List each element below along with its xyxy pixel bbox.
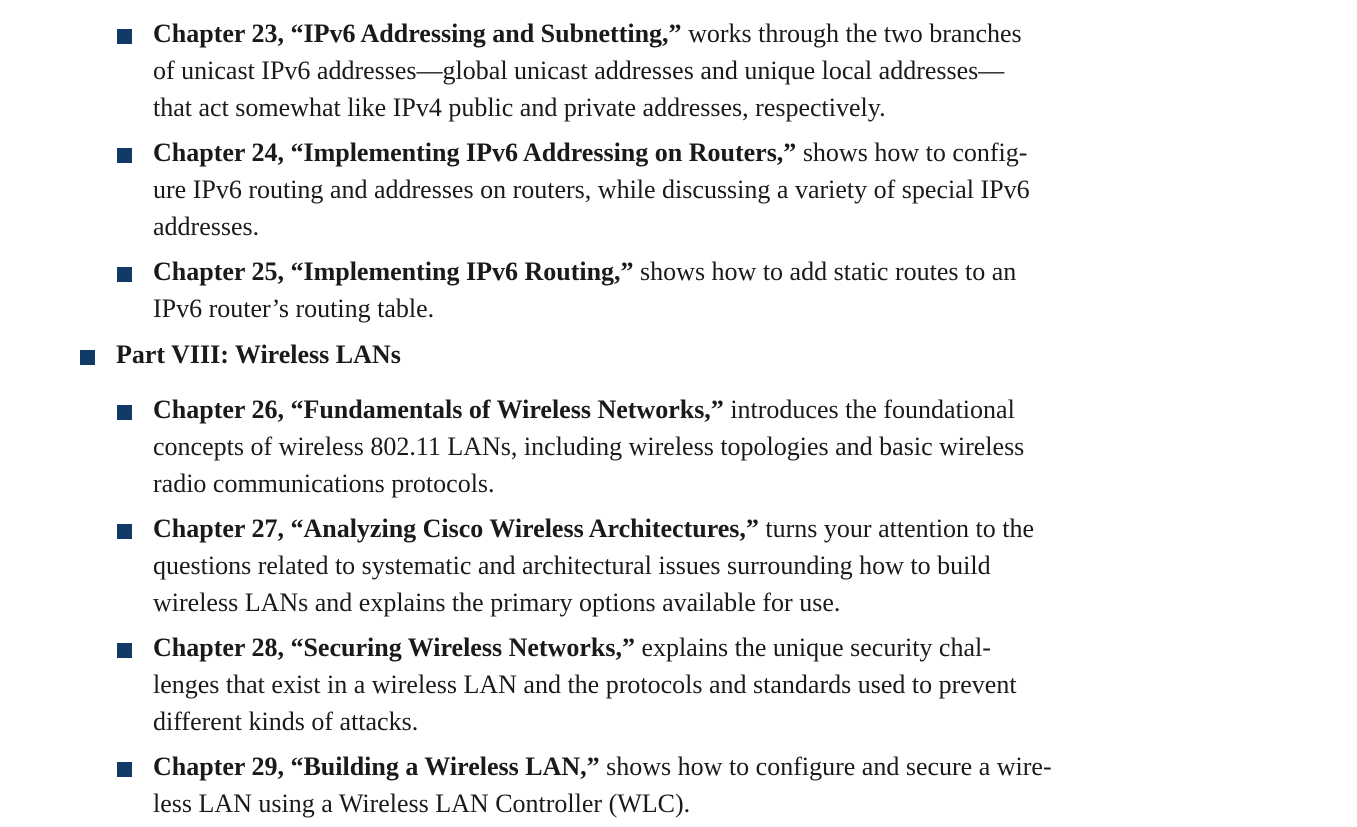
chapter-24-text: Chapter 24, “Implementing IPv6 Addressin… xyxy=(153,134,1153,245)
chapter-29-item: Chapter 29, “Building a Wireless LAN,” s… xyxy=(117,748,1153,822)
chapter-25-item: Chapter 25, “Implementing IPv6 Routing,”… xyxy=(117,253,1153,327)
line-1: Chapter 27, “Analyzing Cisco Wireless Ar… xyxy=(153,510,1153,547)
chapter-26-desc-2: concepts of wireless 802.11 LANs, includ… xyxy=(153,432,1025,461)
line-1: Chapter 24, “Implementing IPv6 Addressin… xyxy=(153,134,1153,171)
chapter-25-text: Chapter 25, “Implementing IPv6 Routing,”… xyxy=(153,253,1153,327)
chapter-28-desc-2: lenges that exist in a wireless LAN and … xyxy=(153,670,1017,699)
line-1: Chapter 25, “Implementing IPv6 Routing,”… xyxy=(153,253,1153,290)
line-1: Chapter 23, “IPv6 Addressing and Subnett… xyxy=(153,15,1153,52)
square-bullet-icon xyxy=(117,643,132,658)
chapter-23-item: Chapter 23, “IPv6 Addressing and Subnett… xyxy=(117,15,1153,126)
chapter-25-title: Chapter 25, “Implementing IPv6 Routing,” xyxy=(153,257,634,286)
chapter-23-title: Chapter 23, “IPv6 Addressing and Subnett… xyxy=(153,19,682,48)
chapter-24-desc-3: addresses. xyxy=(153,212,260,241)
square-bullet-icon xyxy=(117,148,132,163)
chapter-28-desc-3: different kinds of attacks. xyxy=(153,707,419,736)
chapter-24-desc-2: ure IPv6 routing and addresses on router… xyxy=(153,175,1030,204)
chapter-24-title: Chapter 24, “Implementing IPv6 Addressin… xyxy=(153,138,797,167)
chapter-27-desc-3: wireless LANs and explains the primary o… xyxy=(153,588,841,617)
square-bullet-icon xyxy=(117,762,132,777)
part-8-text: Part VIII: Wireless LANs xyxy=(116,336,1116,373)
chapter-23-desc-2: of unicast IPv6 addresses—global unicast… xyxy=(153,56,1005,85)
square-bullet-icon xyxy=(117,405,132,420)
chapter-24-desc-1: shows how to config- xyxy=(796,138,1028,167)
chapter-27-desc-2: questions related to systematic and arch… xyxy=(153,551,991,580)
line-1: Chapter 29, “Building a Wireless LAN,” s… xyxy=(153,748,1153,785)
chapter-29-desc-1: shows how to configure and secure a wire… xyxy=(599,752,1052,781)
chapter-28-text: Chapter 28, “Securing Wireless Networks,… xyxy=(153,629,1153,740)
chapter-26-item: Chapter 26, “Fundamentals of Wireless Ne… xyxy=(117,391,1153,502)
chapter-23-text: Chapter 23, “IPv6 Addressing and Subnett… xyxy=(153,15,1153,126)
part-8-item: Part VIII: Wireless LANs xyxy=(80,336,1116,373)
chapter-28-desc-1: explains the unique security chal- xyxy=(634,633,991,662)
chapter-29-text: Chapter 29, “Building a Wireless LAN,” s… xyxy=(153,748,1153,822)
chapter-27-desc-1: turns your attention to the xyxy=(758,514,1035,543)
chapter-26-text: Chapter 26, “Fundamentals of Wireless Ne… xyxy=(153,391,1153,502)
chapter-28-item: Chapter 28, “Securing Wireless Networks,… xyxy=(117,629,1153,740)
chapter-25-desc-2: IPv6 router’s routing table. xyxy=(153,294,435,323)
chapter-27-text: Chapter 27, “Analyzing Cisco Wireless Ar… xyxy=(153,510,1153,621)
line-1: Chapter 26, “Fundamentals of Wireless Ne… xyxy=(153,391,1153,428)
chapter-26-desc-3: radio communications protocols. xyxy=(153,469,495,498)
chapter-26-title: Chapter 26, “Fundamentals of Wireless Ne… xyxy=(153,395,724,424)
square-bullet-icon xyxy=(117,524,132,539)
square-bullet-icon xyxy=(117,29,132,44)
square-bullet-icon xyxy=(117,267,132,282)
chapter-29-desc-2: less LAN using a Wireless LAN Controller… xyxy=(153,789,691,818)
chapter-25-desc-1: shows how to add static routes to an xyxy=(633,257,1017,286)
square-bullet-icon xyxy=(80,350,95,365)
chapter-28-title: Chapter 28, “Securing Wireless Networks,… xyxy=(153,633,635,662)
book-page: Chapter 23, “IPv6 Addressing and Subnett… xyxy=(0,0,1357,827)
chapter-27-item: Chapter 27, “Analyzing Cisco Wireless Ar… xyxy=(117,510,1153,621)
line-1: Chapter 28, “Securing Wireless Networks,… xyxy=(153,629,1153,666)
chapter-27-title: Chapter 27, “Analyzing Cisco Wireless Ar… xyxy=(153,514,759,543)
part-8-title: Part VIII: Wireless LANs xyxy=(116,340,401,369)
chapter-29-title: Chapter 29, “Building a Wireless LAN,” xyxy=(153,752,600,781)
chapter-26-desc-1: introduces the foundational xyxy=(723,395,1015,424)
chapter-23-desc-3: that act somewhat like IPv4 public and p… xyxy=(153,93,886,122)
chapter-23-desc-1: works through the two branches xyxy=(681,19,1022,48)
chapter-24-item: Chapter 24, “Implementing IPv6 Addressin… xyxy=(117,134,1153,245)
